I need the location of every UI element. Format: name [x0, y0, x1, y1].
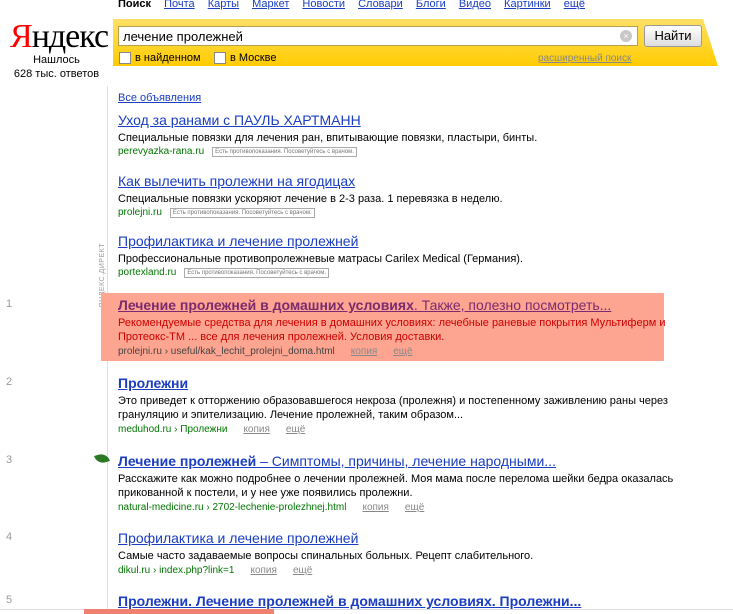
- nav-video[interactable]: Видео: [459, 0, 491, 10]
- ad-item: Уход за ранами с ПАУЛЬ ХАРТМАНН Специаль…: [118, 111, 718, 158]
- cached-copy-link[interactable]: копия: [243, 424, 269, 435]
- nav-market[interactable]: Маркет: [252, 0, 289, 10]
- nav-images[interactable]: Картинки: [504, 0, 551, 10]
- result-number: 4: [6, 531, 13, 543]
- result-number: 2: [6, 376, 13, 388]
- result-snippet: Самые часто задаваемые вопросы спинальны…: [118, 550, 534, 562]
- checkbox-in-found[interactable]: [119, 52, 131, 64]
- yandex-logo[interactable]: Яндекс: [10, 18, 109, 56]
- ad-title[interactable]: Уход за ранами с ПАУЛЬ ХАРТМАНН: [118, 111, 361, 129]
- ad-warning: Есть противопоказания. Посоветуйтесь с в…: [212, 146, 357, 157]
- result-url[interactable]: natural-medicine.ru › 2702-lechenie-prol…: [118, 502, 346, 513]
- search-button[interactable]: Найти: [644, 25, 702, 47]
- all-ads-link[interactable]: Все объявления: [118, 92, 201, 104]
- search-result: Пролежни Это приведет к отторжению образ…: [118, 374, 718, 437]
- search-result: Лечение пролежней – Симптомы, причины, л…: [118, 452, 718, 515]
- result-title-main: Лечение пролежней в домашних условиях: [118, 297, 414, 313]
- result-title-main: Профилактика и лечение пролежней: [118, 530, 359, 546]
- ad-description: Профессиональные противопролежневые матр…: [118, 253, 523, 265]
- option-moscow[interactable]: в Москве: [214, 52, 276, 64]
- search-input[interactable]: лечение пролежней: [118, 26, 638, 46]
- result-title-rest: – Симптомы, причины, лечение народными..…: [256, 453, 556, 469]
- advanced-search-link[interactable]: расширенный поиск: [538, 53, 631, 64]
- cached-copy-link[interactable]: копия: [351, 346, 377, 357]
- ad-url[interactable]: portexland.ru: [118, 266, 176, 279]
- result-snippet: Рекомендуемые средства для лечения в дом…: [118, 317, 666, 343]
- ad-title[interactable]: Профилактика и лечение пролежней: [118, 232, 358, 250]
- nav-more[interactable]: ещё: [564, 0, 585, 10]
- ad-url[interactable]: prolejni.ru: [118, 206, 162, 219]
- nav-search: Поиск: [118, 0, 152, 10]
- result-title[interactable]: Пролежни: [118, 375, 188, 391]
- result-url[interactable]: meduhod.ru › Пролежни: [118, 424, 227, 435]
- result-title[interactable]: Профилактика и лечение пролежней: [118, 530, 358, 546]
- more-link[interactable]: ещё: [286, 424, 305, 435]
- result-title-main: Лечение пролежней: [118, 453, 257, 469]
- logo-letter: Я: [10, 18, 33, 55]
- ad-url[interactable]: perevyazka-rana.ru: [118, 145, 204, 158]
- search-result: Лечение пролежней в домашних условиях. Т…: [118, 296, 718, 359]
- result-number: 3: [6, 454, 13, 466]
- more-link[interactable]: ещё: [405, 502, 424, 513]
- ad-description: Специальные повязки для лечения ран, впи…: [118, 132, 538, 144]
- cached-copy-link[interactable]: копия: [362, 502, 388, 513]
- ad-description: Специальные повязки ускоряют лечение в 2…: [118, 193, 503, 205]
- bottom-red-bar: [84, 609, 274, 614]
- result-snippet: Это приведет к отторжению образовавшегос…: [118, 395, 668, 421]
- ad-warning: Есть противопоказания. Посоветуйтесь с в…: [184, 267, 330, 278]
- result-url[interactable]: prolejni.ru › useful/kak_lechit_prolejni…: [118, 346, 335, 357]
- nav-dictionaries[interactable]: Словари: [358, 0, 403, 10]
- result-title-main: Пролежни. Лечение пролежней в домашних у…: [118, 593, 582, 609]
- results-count: Нашлось 628 тыс. ответов: [0, 53, 113, 81]
- option-moscow-label: в Москве: [230, 52, 277, 64]
- search-result: Профилактика и лечение пролежней Самые ч…: [118, 529, 718, 578]
- nav-maps[interactable]: Карты: [208, 0, 239, 10]
- result-number: 5: [6, 594, 13, 606]
- result-number: 1: [6, 298, 13, 310]
- option-in-found-label: в найденном: [135, 52, 201, 64]
- checkbox-moscow[interactable]: [214, 52, 226, 64]
- result-title[interactable]: Лечение пролежней в домашних условиях. Т…: [118, 297, 611, 313]
- cached-copy-link[interactable]: копия: [250, 565, 276, 576]
- nav-blogs[interactable]: Блоги: [416, 0, 446, 10]
- result-title[interactable]: Лечение пролежней – Симптомы, причины, л…: [118, 453, 556, 469]
- service-nav: Поиск Почта Карты Маркет Новости Словари…: [118, 0, 595, 10]
- result-snippet: Расскажите как можно подробнее о лечении…: [118, 473, 674, 499]
- ad-title[interactable]: Как вылечить пролежни на ягодицах: [118, 172, 355, 190]
- more-link[interactable]: ещё: [393, 346, 412, 357]
- clear-icon[interactable]: ×: [620, 30, 632, 42]
- ad-item: Как вылечить пролежни на ягодицах Специа…: [118, 172, 718, 219]
- nav-mail[interactable]: Почта: [164, 0, 195, 10]
- found-count: 628 тыс. ответов: [13, 68, 100, 80]
- found-label: Нашлось: [33, 54, 80, 66]
- ad-item: Профилактика и лечение пролежней Професс…: [118, 232, 718, 279]
- option-in-found[interactable]: в найденном: [119, 52, 201, 64]
- result-title[interactable]: Пролежни. Лечение пролежней в домашних у…: [118, 593, 581, 609]
- nav-news[interactable]: Новости: [302, 0, 345, 10]
- result-url[interactable]: dikul.ru › index.php?link=1: [118, 565, 234, 576]
- result-title-rest: . Также, полезно посмотреть...: [413, 297, 612, 313]
- ad-warning: Есть противопоказания. Посоветуйтесь с в…: [169, 207, 315, 218]
- logo-text: ндекс: [31, 18, 109, 55]
- result-title-main: Пролежни: [118, 375, 189, 391]
- more-link[interactable]: ещё: [293, 565, 312, 576]
